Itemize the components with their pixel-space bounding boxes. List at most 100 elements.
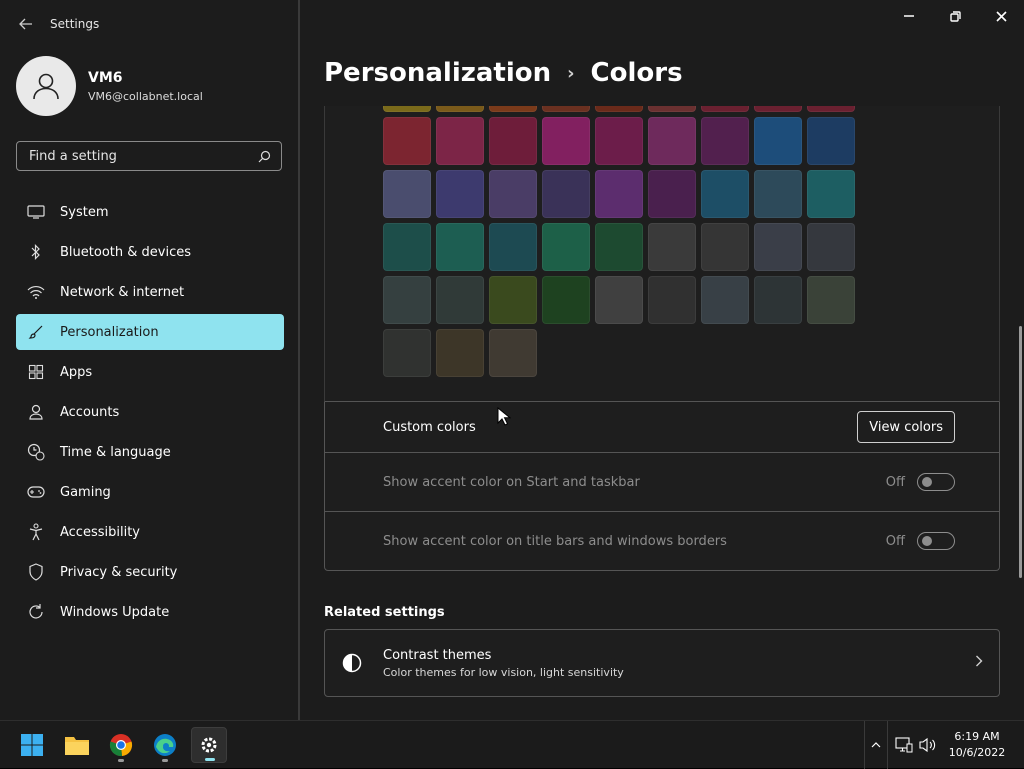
sidebar-item-gaming[interactable]: Gaming [16,474,284,510]
color-swatch[interactable] [754,117,802,165]
volume-tray-button[interactable] [918,735,938,755]
color-swatch[interactable] [754,106,802,112]
color-swatch[interactable] [489,329,537,377]
color-swatch[interactable] [648,106,696,112]
color-swatch[interactable] [595,117,643,165]
color-swatch[interactable] [436,106,484,112]
color-swatch[interactable] [489,223,537,271]
color-swatch[interactable] [436,170,484,218]
color-swatch[interactable] [383,170,431,218]
toggle-state: Off [885,533,905,549]
chrome-button[interactable] [103,727,139,763]
color-swatch[interactable] [648,170,696,218]
color-swatch[interactable] [701,223,749,271]
color-swatch[interactable] [383,276,431,324]
color-swatch[interactable] [542,117,590,165]
close-icon [995,10,1007,22]
sidebar-item-bluetooth[interactable]: Bluetooth & devices [16,234,284,270]
color-swatch[interactable] [807,117,855,165]
app-title: Settings [50,17,100,31]
restore-button[interactable] [932,0,978,32]
color-swatch[interactable] [595,276,643,324]
color-swatch[interactable] [383,329,431,377]
color-swatch[interactable] [701,106,749,112]
sidebar-item-windows-update[interactable]: Windows Update [16,594,284,630]
color-swatch[interactable] [542,170,590,218]
breadcrumb-parent[interactable]: Personalization [324,58,551,88]
monitor-icon [26,202,46,222]
close-button[interactable] [978,0,1024,32]
color-swatch[interactable] [807,106,855,112]
color-swatch[interactable] [542,276,590,324]
brush-icon [26,322,46,342]
chrome-icon [109,734,133,757]
search-box[interactable] [16,141,282,171]
color-swatch[interactable] [489,276,537,324]
tray-overflow-button[interactable] [864,721,888,769]
minimize-button[interactable] [886,0,932,32]
color-swatch[interactable] [489,117,537,165]
color-swatch[interactable] [436,117,484,165]
color-swatch[interactable] [489,170,537,218]
color-swatch[interactable] [436,223,484,271]
settings-taskbar-button[interactable] [191,727,227,763]
sidebar-item-personalization[interactable]: Personalization [16,314,284,350]
page-title: Colors [590,58,683,88]
color-swatch[interactable] [383,223,431,271]
sidebar-item-accessibility[interactable]: Accessibility [16,514,284,550]
wifi-icon [26,282,46,302]
color-swatch[interactable] [383,117,431,165]
toggle-state: Off [885,474,905,490]
sidebar-item-system[interactable]: System [16,194,284,230]
sidebar: Settings VM6 VM6@collabnet.local Find a … [0,0,300,720]
network-tray-button[interactable] [894,735,914,755]
content-area: Custom colors View colors Show accent co… [324,106,1000,697]
sidebar-item-apps[interactable]: Apps [16,354,284,390]
sidebar-item-accounts[interactable]: Accounts [16,394,284,430]
color-swatch[interactable] [489,106,537,112]
color-swatch[interactable] [383,106,431,112]
color-swatch[interactable] [701,170,749,218]
search-icon[interactable] [257,149,271,163]
file-explorer-button[interactable] [59,727,95,763]
view-colors-button[interactable]: View colors [857,411,955,443]
refresh-icon [26,602,46,622]
color-swatch[interactable] [648,117,696,165]
color-swatch[interactable] [648,276,696,324]
scrollbar[interactable] [1019,326,1022,578]
shield-icon [26,562,46,582]
color-swatch[interactable] [701,276,749,324]
color-swatch[interactable] [595,106,643,112]
color-swatch[interactable] [754,276,802,324]
color-swatch[interactable] [436,276,484,324]
color-swatch[interactable] [807,223,855,271]
color-swatch[interactable] [807,276,855,324]
color-swatch[interactable] [648,223,696,271]
color-swatch[interactable] [701,117,749,165]
edge-button[interactable] [147,727,183,763]
accent-start-toggle[interactable] [917,473,955,491]
accent-title-toggle[interactable] [917,532,955,550]
user-profile[interactable]: VM6 VM6@collabnet.local [16,56,203,116]
color-swatch[interactable] [754,170,802,218]
nav-list: System Bluetooth & devices Network & int… [16,194,284,634]
start-button[interactable] [14,727,50,763]
sidebar-item-label: Windows Update [60,604,170,620]
color-swatch[interactable] [542,223,590,271]
network-icon [895,737,913,753]
search-input[interactable] [27,147,257,165]
color-swatch[interactable] [595,223,643,271]
back-button[interactable] [14,12,38,36]
sidebar-item-privacy[interactable]: Privacy & security [16,554,284,590]
color-swatch[interactable] [542,106,590,112]
color-swatch[interactable] [754,223,802,271]
taskbar-clock[interactable]: 6:19 AM 10/6/2022 [944,729,1010,761]
contrast-themes-link[interactable]: Contrast themes Color themes for low vis… [324,629,1000,697]
sidebar-item-network[interactable]: Network & internet [16,274,284,310]
color-swatch[interactable] [595,170,643,218]
color-swatch[interactable] [807,170,855,218]
sidebar-item-time-language[interactable]: Time & language [16,434,284,470]
color-swatch[interactable] [436,329,484,377]
person-icon [26,402,46,422]
accent-start-toggle-wrap: Off [886,473,955,491]
